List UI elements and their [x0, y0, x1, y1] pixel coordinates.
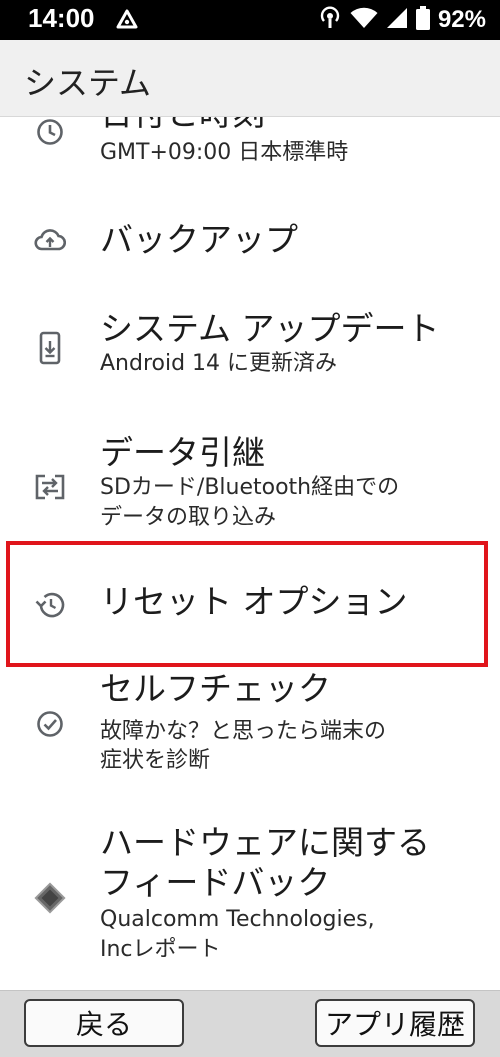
battery-percentage: 92%	[437, 6, 486, 33]
settings-item-title: 日付と時刻	[100, 117, 265, 134]
settings-item-backup[interactable]: バックアップ	[0, 205, 500, 275]
app-bar: システム	[0, 40, 500, 117]
notification-triangle-icon	[116, 9, 138, 33]
clock-icon	[30, 117, 70, 152]
settings-item-self-check[interactable]: セルフチェック 故障かな？と思ったら端末の 症状を診断	[0, 662, 500, 780]
chip-icon	[30, 878, 70, 918]
system-update-icon	[30, 328, 70, 368]
wifi-icon	[350, 7, 378, 33]
settings-item-summary: GMT+09:00 日本標準時	[100, 140, 349, 165]
data-transfer-icon	[30, 467, 70, 507]
cloud-upload-icon	[30, 220, 70, 260]
cell-signal-icon	[386, 7, 408, 33]
settings-list[interactable]: 日付と時刻 GMT+09:00 日本標準時 バックアップ システム アップデート…	[0, 117, 500, 990]
settings-item-date-time[interactable]: 日付と時刻 GMT+09:00 日本標準時	[0, 117, 500, 182]
recent-apps-button[interactable]: アプリ履歴	[315, 999, 475, 1047]
bottom-nav-bar: 戻る アプリ履歴	[0, 990, 500, 1057]
check-circle-icon	[30, 704, 70, 744]
settings-item-summary: 故障かな？と思ったら端末の	[100, 719, 387, 744]
settings-item-title: システム アップデート	[100, 309, 440, 348]
settings-item-title: バックアップ	[100, 220, 298, 259]
back-button[interactable]: 戻る	[24, 999, 184, 1047]
settings-item-summary: SDカード/Bluetooth経由での	[100, 475, 400, 500]
settings-item-summary: Android 14 に更新済み	[100, 351, 338, 376]
settings-item-title: データ引継	[100, 433, 265, 472]
settings-item-title: リセット オプション	[100, 582, 408, 621]
status-time: 14:00	[28, 3, 95, 33]
settings-item-hardware-feedback[interactable]: ハードウェアに関する フィードバック Qualcomm Technologies…	[0, 822, 500, 982]
reset-history-icon	[30, 585, 70, 625]
settings-item-title: ハードウェアに関する	[100, 823, 430, 862]
settings-item-data-transfer[interactable]: データ引継 SDカード/Bluetooth経由での データの取り込み	[0, 429, 500, 549]
settings-item-summary: 症状を診断	[100, 748, 211, 773]
hotspot-icon	[318, 6, 342, 34]
battery-icon	[415, 6, 430, 34]
settings-item-title: フィードバック	[100, 863, 331, 902]
settings-item-system-update[interactable]: システム アップデート Android 14 に更新済み	[0, 307, 500, 397]
settings-item-summary: Incレポート	[100, 937, 221, 962]
settings-item-summary: Qualcomm Technologies,	[100, 907, 375, 932]
settings-item-summary: データの取り込み	[100, 505, 277, 530]
status-bar: 14:00 92%	[0, 0, 500, 40]
settings-item-reset-options[interactable]: リセット オプション	[0, 582, 500, 645]
page-title: システム	[24, 64, 152, 102]
settings-item-title: セルフチェック	[100, 669, 331, 708]
